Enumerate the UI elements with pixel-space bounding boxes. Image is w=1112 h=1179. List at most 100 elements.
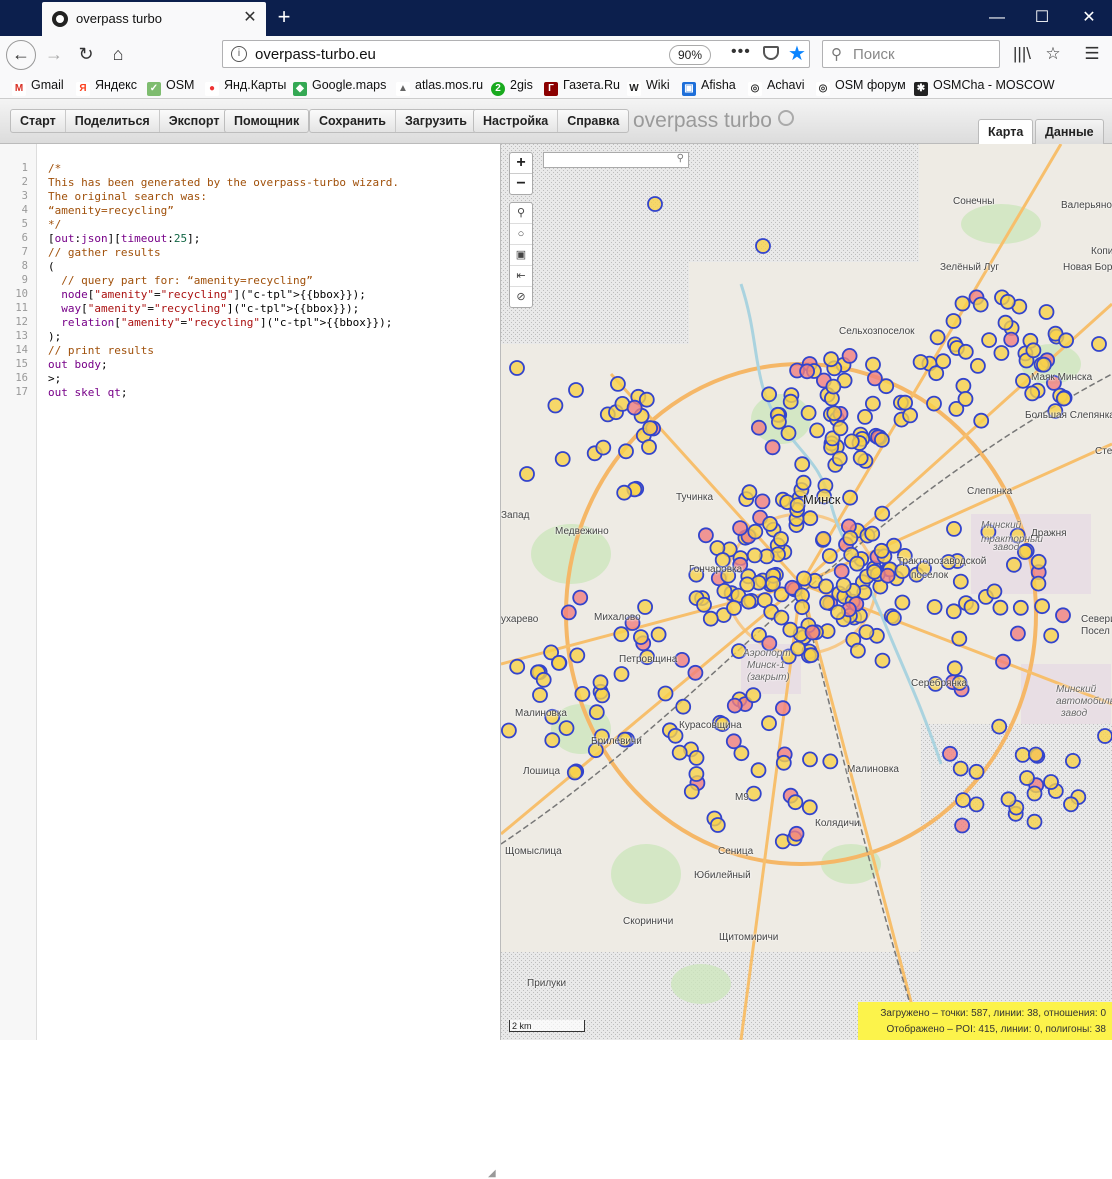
- poi-marker[interactable]: [1015, 372, 1031, 389]
- poi-marker[interactable]: [926, 599, 943, 615]
- poi-marker[interactable]: [935, 353, 952, 370]
- poi-marker[interactable]: [787, 794, 804, 811]
- poi-marker[interactable]: [761, 386, 778, 403]
- poi-marker[interactable]: [802, 751, 818, 768]
- forward-button[interactable]: →: [40, 40, 68, 68]
- pocket-icon[interactable]: [763, 46, 779, 60]
- poi-marker[interactable]: [873, 542, 890, 559]
- poi-marker[interactable]: [926, 395, 942, 412]
- zoom-out-button[interactable]: −: [510, 174, 532, 194]
- fullscreen-icon[interactable]: ⇤: [510, 266, 532, 287]
- poi-marker[interactable]: [1030, 575, 1047, 592]
- poi-marker[interactable]: [626, 399, 643, 416]
- poi-marker[interactable]: [986, 583, 1003, 600]
- poi-marker[interactable]: [802, 510, 819, 527]
- poi-marker[interactable]: [732, 520, 749, 537]
- wizard-button[interactable]: Помощник: [225, 110, 308, 132]
- url-text[interactable]: overpass-turbo.eu: [255, 46, 376, 63]
- poi-marker[interactable]: [912, 354, 929, 370]
- poi-marker[interactable]: [1043, 774, 1059, 790]
- poi-marker[interactable]: [750, 419, 767, 436]
- poi-marker[interactable]: [954, 817, 971, 834]
- bookmark-yandex[interactable]: Я Яндекс: [76, 76, 137, 96]
- poi-marker[interactable]: [750, 762, 767, 779]
- poi-marker[interactable]: [951, 630, 968, 647]
- poi-marker[interactable]: [1058, 332, 1074, 349]
- poi-marker[interactable]: [761, 715, 777, 732]
- code-line[interactable]: );: [48, 330, 61, 343]
- poi-marker[interactable]: [688, 766, 705, 782]
- poi-marker[interactable]: [754, 493, 771, 510]
- poi-marker[interactable]: [995, 653, 1011, 670]
- poi-marker[interactable]: [572, 589, 589, 606]
- poi-marker[interactable]: [558, 720, 575, 736]
- poi-marker[interactable]: [841, 347, 858, 364]
- poi-marker[interactable]: [739, 576, 756, 593]
- poi-marker[interactable]: [866, 563, 883, 580]
- bookmark-afisha[interactable]: ▣ Afisha: [682, 76, 736, 96]
- poi-marker[interactable]: [842, 489, 859, 506]
- poi-marker[interactable]: [566, 764, 583, 781]
- poi-marker[interactable]: [544, 732, 561, 749]
- poi-marker[interactable]: [547, 397, 564, 414]
- poi-marker[interactable]: [991, 718, 1008, 735]
- poi-marker[interactable]: [849, 642, 866, 659]
- poi-marker[interactable]: [852, 449, 869, 466]
- code-line[interactable]: // print results: [48, 344, 154, 357]
- poi-marker[interactable]: [873, 431, 890, 448]
- close-tab-icon[interactable]: ✕: [240, 8, 260, 28]
- poi-marker[interactable]: [592, 674, 609, 691]
- poi-marker[interactable]: [650, 626, 667, 643]
- poi-marker[interactable]: [647, 196, 663, 212]
- poi-marker[interactable]: [509, 658, 526, 675]
- poi-marker[interactable]: [804, 624, 821, 641]
- poi-marker[interactable]: [822, 753, 839, 770]
- code-line[interactable]: “amenity=recycling”: [48, 204, 174, 217]
- poi-marker[interactable]: [973, 412, 990, 429]
- poi-marker[interactable]: [782, 621, 799, 638]
- poi-marker[interactable]: [632, 629, 649, 646]
- poi-marker[interactable]: [942, 745, 958, 762]
- poi-marker[interactable]: [864, 525, 881, 542]
- poi-marker[interactable]: [773, 531, 789, 547]
- browser-tab[interactable]: overpass turbo ✕: [42, 2, 266, 36]
- poi-marker[interactable]: [560, 604, 577, 621]
- poi-marker[interactable]: [554, 451, 571, 467]
- share-button[interactable]: Поделиться: [66, 110, 160, 132]
- map-view[interactable]: Сонечны Валерьяново Копи Новая Боро Зелёный …: [501, 144, 1112, 1040]
- poi-marker[interactable]: [993, 345, 1010, 361]
- settings-button[interactable]: Настройка: [474, 110, 559, 132]
- code-line[interactable]: out body;: [48, 358, 108, 371]
- tab-data[interactable]: Данные: [1035, 119, 1104, 144]
- poi-marker[interactable]: [726, 599, 742, 616]
- poi-marker[interactable]: [945, 603, 962, 620]
- poi-marker[interactable]: [551, 655, 567, 671]
- code-line[interactable]: */: [48, 218, 61, 231]
- poi-marker[interactable]: [826, 405, 843, 422]
- back-button[interactable]: ←: [6, 40, 36, 70]
- poi-marker[interactable]: [815, 530, 832, 547]
- poi-marker[interactable]: [1003, 331, 1020, 348]
- poi-marker[interactable]: [963, 599, 980, 615]
- poi-marker[interactable]: [799, 363, 816, 380]
- code-line[interactable]: This has been generated by the overpass-…: [48, 176, 399, 189]
- poi-marker[interactable]: [952, 760, 969, 777]
- bookmark-osm-forum[interactable]: ◎ OSM форум: [816, 76, 906, 96]
- poi-marker[interactable]: [613, 626, 630, 643]
- export-button[interactable]: Экспорт: [160, 110, 229, 132]
- poi-marker[interactable]: [1055, 607, 1071, 624]
- poi-marker[interactable]: [794, 599, 811, 616]
- poi-marker[interactable]: [818, 578, 834, 595]
- poi-marker[interactable]: [1014, 747, 1031, 763]
- poi-marker[interactable]: [641, 439, 657, 455]
- poi-marker[interactable]: [858, 624, 875, 641]
- code-line[interactable]: way["amenity"="recycling"]("c-tpl">{{bbo…: [48, 302, 359, 315]
- poi-marker[interactable]: [864, 395, 881, 412]
- poi-marker[interactable]: [775, 754, 792, 771]
- poi-marker[interactable]: [770, 413, 787, 430]
- poi-marker[interactable]: [774, 700, 791, 717]
- resize-grip-icon[interactable]: ◢: [488, 1168, 498, 1179]
- poi-marker[interactable]: [762, 515, 778, 532]
- new-tab-button[interactable]: +: [272, 4, 296, 30]
- start-button[interactable]: Старт: [11, 110, 66, 132]
